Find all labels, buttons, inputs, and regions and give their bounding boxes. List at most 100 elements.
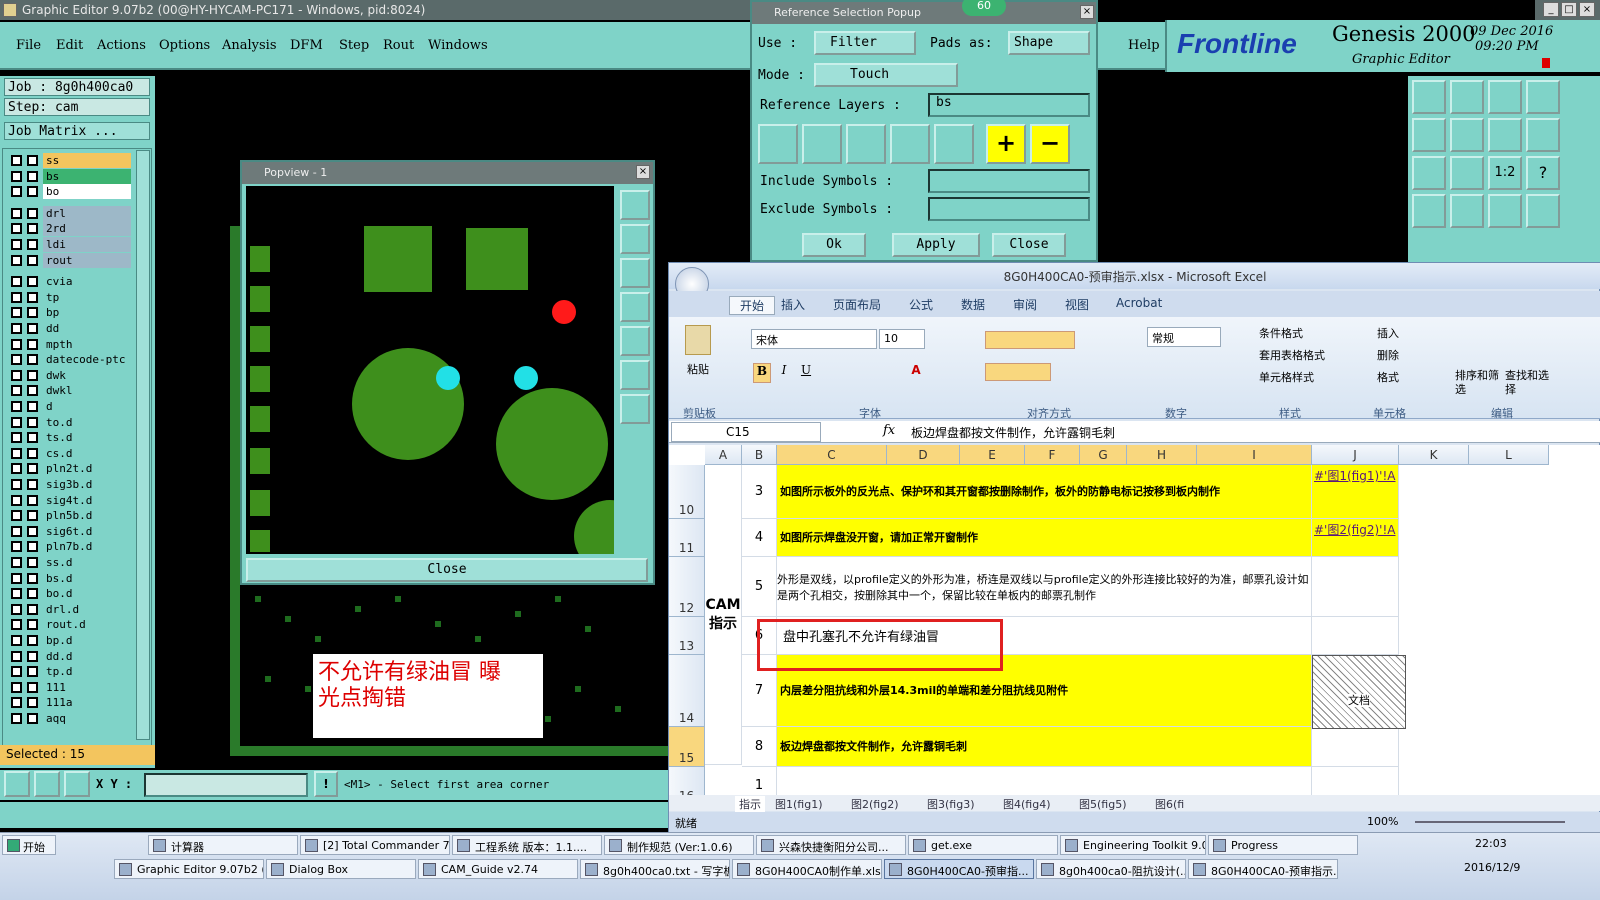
layer-checkbox[interactable] [11,276,22,288]
layer-name[interactable]: to.d [43,414,131,430]
layer-name[interactable]: ss.d [43,555,131,570]
layer-name[interactable]: tp.d [43,664,131,680]
start-button[interactable]: 开始 [2,835,56,855]
layer-affected-checkbox[interactable] [27,463,38,475]
sheet-tab[interactable]: 图3(fig3) [927,796,975,812]
layer-row[interactable]: 111a [9,695,139,711]
layer-name[interactable]: 2rd [43,221,131,237]
layer-name[interactable]: dwk [43,367,131,383]
font-size-select[interactable]: 10 [879,329,925,349]
cell-styles-button[interactable]: 单元格样式 [1259,369,1314,385]
layer-row[interactable]: to.d [9,414,139,430]
row-header[interactable]: 15 [669,727,705,767]
layer-affected-checkbox[interactable] [27,603,38,615]
cell-seq-number[interactable]: 1 [742,767,777,795]
sheet-tab[interactable]: 图6(fi [1155,796,1184,812]
layer-row[interactable]: sig3b.d [9,477,139,492]
layer-checkbox[interactable] [11,619,22,631]
layer-name[interactable]: aqq [43,711,131,726]
layer-name[interactable]: cvia [43,274,131,290]
surface-icon[interactable] [846,124,886,164]
layer-row[interactable]: bp [9,305,139,321]
scale-icon[interactable]: 1:2 [1488,156,1522,190]
layer-name[interactable]: dd [43,321,131,336]
tool-icon-4[interactable] [1526,80,1560,114]
column-header-H[interactable]: H [1127,445,1197,465]
layer-name[interactable]: d [43,399,131,414]
font-name-select[interactable]: 宋体 [751,329,877,349]
taskbar-button[interactable]: 工程系统 版本：1.1.... [452,835,602,855]
layer-row[interactable]: cvia [9,274,139,290]
layer-name[interactable]: bo [43,184,131,200]
layer-row[interactable]: drl.d [9,601,139,617]
layer-name[interactable]: pln5b.d [43,508,131,524]
layer-checkbox[interactable] [11,385,22,397]
layer-checkbox[interactable] [11,254,22,266]
layer-row[interactable]: tp [9,289,139,305]
insert-cells-button[interactable]: 插入 [1377,325,1399,341]
row-header[interactable]: 13 [669,617,705,655]
xy-input[interactable] [144,773,308,797]
cell-instruction[interactable] [777,767,1312,795]
cell-hyperlink[interactable]: #'图1(fig1)'!A [1312,465,1399,519]
layer-affected-checkbox[interactable] [27,186,38,198]
column-header-E[interactable]: E [960,445,1025,465]
layer-checkbox[interactable] [11,432,22,444]
layer-affected-checkbox[interactable] [27,479,38,490]
row-header[interactable]: 11 [669,519,705,557]
mode-dropdown[interactable]: Touch [814,63,958,87]
popview-tool-2[interactable] [620,224,650,254]
measure-icon[interactable] [4,771,30,797]
sheet-tab[interactable]: 图1(fig1) [775,796,823,812]
layer-row[interactable]: sig6t.d [9,523,139,539]
layer-row[interactable]: pln5b.d [9,508,139,524]
taskbar-button[interactable]: get.exe [908,835,1058,855]
zoom-slider[interactable] [1415,821,1565,823]
layer-checkbox[interactable] [11,697,22,709]
ruler-icon[interactable] [34,771,60,797]
function-icon[interactable]: fx [883,423,895,438]
arc-icon[interactable] [890,124,930,164]
layer-row[interactable]: bo [9,184,139,200]
cell-seq-number[interactable]: 4 [742,519,777,557]
layer-checkbox[interactable] [11,338,22,350]
layer-name[interactable]: cs.d [43,445,131,461]
menu-step[interactable]: Step [339,38,369,53]
apply-button[interactable]: Apply [892,233,980,257]
layer-affected-checkbox[interactable] [27,510,38,522]
tool-icon-15[interactable] [1488,194,1522,228]
use-dropdown[interactable]: Filter [814,31,916,55]
cell-hyperlink[interactable] [1312,617,1399,655]
tool-icon-8[interactable] [1526,118,1560,152]
layer-name[interactable]: rout.d [43,617,131,633]
layer-affected-checkbox[interactable] [27,323,38,334]
layer-row[interactable]: drl [9,205,139,221]
layer-checkbox[interactable] [11,666,22,678]
column-header-D[interactable]: D [887,445,960,465]
italic-button[interactable]: I [775,363,793,383]
taskbar-button[interactable]: 8g0h400ca0-阻抗设计(... [1036,859,1186,879]
sheet-tab[interactable]: 指示 [735,796,765,812]
cell-hyperlink[interactable] [1312,557,1399,617]
job-matrix-button[interactable]: Job Matrix ... [4,122,150,140]
layer-name[interactable]: bp [43,305,131,321]
grid-icon[interactable] [64,771,90,797]
pads-dropdown[interactable]: Shape [1008,31,1090,55]
format-as-table-button[interactable]: 套用表格格式 [1259,347,1325,363]
layer-row[interactable]: dd.d [9,648,139,664]
fit-icon[interactable] [1412,156,1446,190]
layer-affected-checkbox[interactable] [27,338,38,350]
tool-icon-14[interactable] [1450,194,1484,228]
sort-filter-button[interactable]: 排序和筛选 [1455,369,1499,397]
menu-edit[interactable]: Edit [56,38,83,53]
layer-affected-checkbox[interactable] [27,170,38,182]
layer-name[interactable]: 111 [43,679,131,695]
layer-checkbox[interactable] [11,494,22,506]
taskbar-button[interactable]: Dialog Box [266,859,416,879]
layer-checkbox[interactable] [11,291,22,303]
popview-close-button[interactable]: Close [246,558,648,582]
layer-name[interactable]: datecode-ptc [43,352,131,368]
layer-checkbox[interactable] [11,681,22,693]
layer-row[interactable]: dd [9,321,139,336]
minimize-button[interactable]: _ [1543,2,1559,17]
